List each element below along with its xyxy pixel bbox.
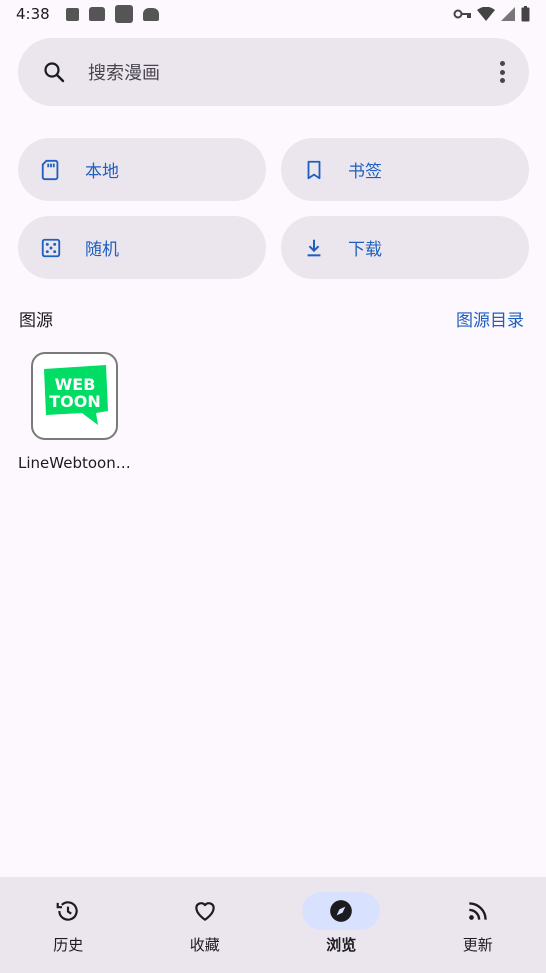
status-bar: 4:38: [0, 0, 546, 28]
source-name: LineWebtoon…: [18, 454, 131, 472]
sources-section-title: 图源: [19, 311, 53, 331]
nav-browse[interactable]: 浏览: [273, 877, 410, 973]
nav-favorites-label: 收藏: [189, 936, 220, 954]
bookmarks-label: 书签: [348, 162, 382, 182]
notification-icons: [65, 5, 159, 23]
compass-icon: [330, 900, 353, 922]
more-options-icon[interactable]: [499, 61, 505, 83]
cat-notification-icon: [88, 7, 105, 21]
search-input[interactable]: 搜索漫画: [88, 59, 160, 85]
source-tile-linewebtoon[interactable]: WEB TOON LineWebtoon…: [18, 352, 136, 472]
webtoon-logo: WEB TOON: [31, 352, 118, 440]
signal-icon: [501, 7, 515, 21]
random-button[interactable]: 随机: [18, 216, 266, 279]
history-icon: [56, 901, 78, 921]
search-icon: [44, 62, 65, 83]
rss-icon: [468, 902, 487, 920]
sd-card-icon: [41, 159, 59, 180]
nav-updates[interactable]: 更新: [410, 877, 546, 973]
square-notification-icon: [114, 5, 133, 23]
status-time: 4:38: [16, 5, 50, 23]
bookmarks-button[interactable]: 书签: [281, 138, 529, 201]
nav-history-label: 历史: [53, 936, 84, 954]
download-label: 下载: [348, 240, 382, 260]
wifi-icon: [477, 7, 495, 21]
system-icons: [453, 6, 530, 22]
nav-browse-label: 浏览: [326, 936, 357, 954]
dice-icon: [41, 238, 61, 257]
nav-favorites[interactable]: 收藏: [137, 877, 274, 973]
svg-text:TOON: TOON: [49, 392, 101, 411]
bottom-nav: 历史 收藏 浏览 更新: [0, 877, 546, 973]
battery-icon: [521, 6, 530, 22]
download-icon: [307, 239, 321, 256]
search-bar[interactable]: 搜索漫画: [18, 38, 529, 106]
key-icon: [453, 9, 471, 19]
heart-icon: [195, 902, 215, 921]
nav-updates-label: 更新: [462, 936, 493, 954]
random-label: 随机: [85, 240, 119, 260]
app-notification-icon: [65, 7, 79, 21]
local-button[interactable]: 本地: [18, 138, 266, 201]
bookmark-icon: [307, 160, 321, 179]
source-catalog-link[interactable]: 图源目录: [456, 306, 524, 331]
download-button[interactable]: 下载: [281, 216, 529, 279]
local-label: 本地: [85, 162, 119, 182]
robot-notification-icon: [142, 7, 159, 21]
nav-history[interactable]: 历史: [0, 877, 137, 973]
